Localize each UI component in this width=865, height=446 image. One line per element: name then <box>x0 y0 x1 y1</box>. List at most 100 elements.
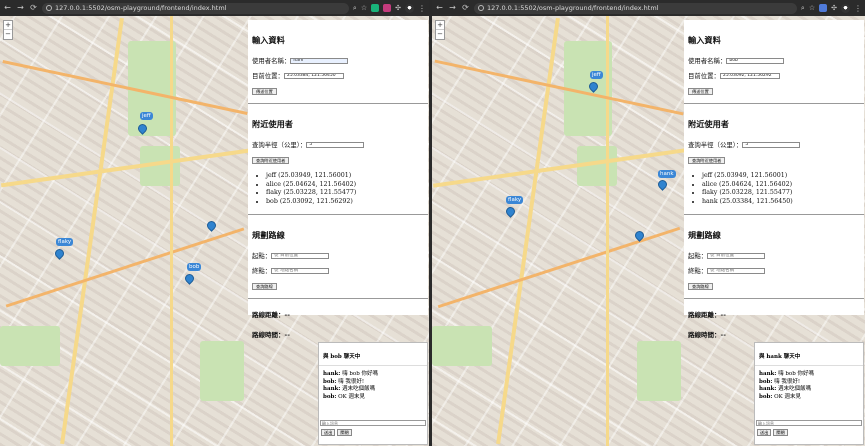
road <box>606 16 609 446</box>
zoom-out-button[interactable]: − <box>4 30 12 39</box>
reload-icon[interactable]: ⟳ <box>29 3 38 13</box>
divider <box>248 298 428 299</box>
browser-toolbar: ← → ⟳ 127.0.0.1:5502/osm-playground/fron… <box>0 0 429 16</box>
username-input[interactable] <box>290 57 349 64</box>
query-nearby-button[interactable]: 查詢附近使用者 <box>252 157 290 164</box>
bookmark-star-icon[interactable]: ☆ <box>361 4 367 12</box>
zoom-icon[interactable]: ⌕ <box>801 4 805 13</box>
radius-label: 查詢半徑（公里）： <box>688 141 743 149</box>
close-button[interactable]: 關閉 <box>337 428 352 436</box>
extension-blue-icon[interactable] <box>819 4 828 12</box>
zoom-in-button[interactable]: + <box>436 21 444 30</box>
reload-icon[interactable]: ⟳ <box>461 3 470 13</box>
route-duration: 路線時間：-- <box>252 331 290 339</box>
send-button[interactable]: 送出 <box>321 428 336 436</box>
start-label: 起點： <box>252 252 272 260</box>
extensions-puzzle-icon[interactable]: ✣ <box>395 4 401 12</box>
end-label: 終點： <box>688 267 708 275</box>
zoom-icon[interactable]: ⌕ <box>353 4 357 13</box>
map-label-jeff[interactable]: jeff <box>590 71 603 79</box>
menu-kebab-icon[interactable]: ⋮ <box>854 4 862 13</box>
divider <box>684 298 864 299</box>
username-input[interactable] <box>726 57 785 64</box>
map-marker-flaky[interactable] <box>504 205 517 219</box>
chat-input[interactable] <box>756 420 862 426</box>
address-bar[interactable]: 127.0.0.1:5502/osm-playground/frontend/i… <box>474 2 797 14</box>
username-label: 使用者名稱： <box>688 57 727 65</box>
divider <box>684 103 864 104</box>
send-location-button[interactable]: 傳送位置 <box>688 88 713 95</box>
map-marker-alice[interactable] <box>205 219 218 233</box>
map-marker-hank[interactable] <box>656 178 669 192</box>
map-label-jeff[interactable]: jeff <box>140 112 153 120</box>
end-label: 終點： <box>252 267 272 275</box>
query-route-button[interactable]: 查詢路線 <box>252 283 277 290</box>
forward-icon[interactable]: → <box>448 3 457 13</box>
map-marker-jeff[interactable] <box>136 122 149 136</box>
list-item: alice (25.04624, 121.56402) <box>702 181 864 190</box>
start-input[interactable] <box>707 252 766 259</box>
start-input[interactable] <box>271 252 330 259</box>
chat-messages: hank: 嗨 bob 你好嗎 bob: 嗨 我很好! hank: 週末吃個飯嗎… <box>319 366 427 420</box>
profile-avatar[interactable] <box>405 3 414 13</box>
end-input[interactable] <box>271 267 330 274</box>
location-input[interactable] <box>283 72 344 79</box>
chat-title: 與 bob 聊天中 <box>319 343 427 366</box>
send-button[interactable]: 送出 <box>757 428 772 436</box>
forward-icon[interactable]: → <box>16 3 25 13</box>
park-area <box>432 326 492 366</box>
nearby-section-title: 附近使用者 <box>688 119 729 129</box>
control-panel: 輸入資料 使用者名稱： 目前位置： 傳送位置 附近使用者 查詢半徑（公里）： 查… <box>684 20 864 339</box>
site-info-icon[interactable] <box>46 5 52 11</box>
url-text: 127.0.0.1:5502/osm-playground/frontend/i… <box>487 4 659 12</box>
query-route-button[interactable]: 查詢路線 <box>688 283 713 290</box>
zoom-out-button[interactable]: − <box>436 30 444 39</box>
route-distance: 路線距離：-- <box>252 311 290 319</box>
list-item: flaky (25.03228, 121.55477) <box>702 189 864 198</box>
road <box>432 148 686 188</box>
back-icon[interactable]: ← <box>435 3 444 13</box>
route-distance: 路線距離：-- <box>688 311 726 319</box>
map-label-bob[interactable]: bob <box>187 263 202 271</box>
radius-input[interactable] <box>306 141 365 148</box>
end-input[interactable] <box>707 267 766 274</box>
browser-toolbar: ← → ⟳ 127.0.0.1:5502/osm-playground/fron… <box>432 0 865 16</box>
back-icon[interactable]: ← <box>3 3 12 13</box>
query-nearby-button[interactable]: 查詢附近使用者 <box>688 157 726 164</box>
map-marker-alice[interactable] <box>633 229 646 243</box>
location-input[interactable] <box>719 72 780 79</box>
extension-pink-icon[interactable] <box>383 4 392 12</box>
park-area <box>637 341 681 401</box>
location-label: 目前位置： <box>688 72 720 80</box>
map-label-hank[interactable]: hank <box>658 170 676 178</box>
map-marker-flaky[interactable] <box>53 247 66 261</box>
control-panel: 輸入資料 使用者名稱： 目前位置： 傳送位置 附近使用者 查詢半徑（公里）： 查… <box>248 20 428 339</box>
send-location-button[interactable]: 傳送位置 <box>252 88 277 95</box>
map-marker-jeff[interactable] <box>587 80 600 94</box>
extensions-puzzle-icon[interactable]: ✣ <box>831 4 837 12</box>
route-section-title: 規劃路線 <box>252 230 285 240</box>
map-label-flaky[interactable]: flaky <box>56 238 74 246</box>
close-button[interactable]: 關閉 <box>773 428 788 436</box>
radius-input[interactable] <box>742 141 801 148</box>
address-bar[interactable]: 127.0.0.1:5502/osm-playground/frontend/i… <box>42 2 349 14</box>
road <box>434 59 684 116</box>
bookmark-star-icon[interactable]: ☆ <box>809 4 815 12</box>
chat-messages: hank: 嗨 bob 你好嗎 bob: 嗨 我很好! hank: 週末吃個飯嗎… <box>755 366 863 420</box>
road <box>2 60 248 115</box>
chat-input[interactable] <box>320 420 426 426</box>
menu-kebab-icon[interactable]: ⋮ <box>418 4 426 13</box>
park-area <box>0 326 60 366</box>
site-info-icon[interactable] <box>478 5 484 11</box>
profile-avatar[interactable] <box>841 3 850 13</box>
url-text: 127.0.0.1:5502/osm-playground/frontend/i… <box>55 4 227 12</box>
extension-green-icon[interactable] <box>371 4 380 12</box>
browser-window-right: ← → ⟳ 127.0.0.1:5502/osm-playground/fron… <box>432 0 865 446</box>
radius-label: 查詢半徑（公里）： <box>252 141 307 149</box>
nearby-section-title: 附近使用者 <box>252 119 293 129</box>
map-marker-bob[interactable] <box>183 272 196 286</box>
zoom-in-button[interactable]: + <box>4 21 12 30</box>
map-label-flaky[interactable]: flaky <box>506 196 524 204</box>
divider <box>248 214 428 215</box>
road <box>0 148 250 188</box>
